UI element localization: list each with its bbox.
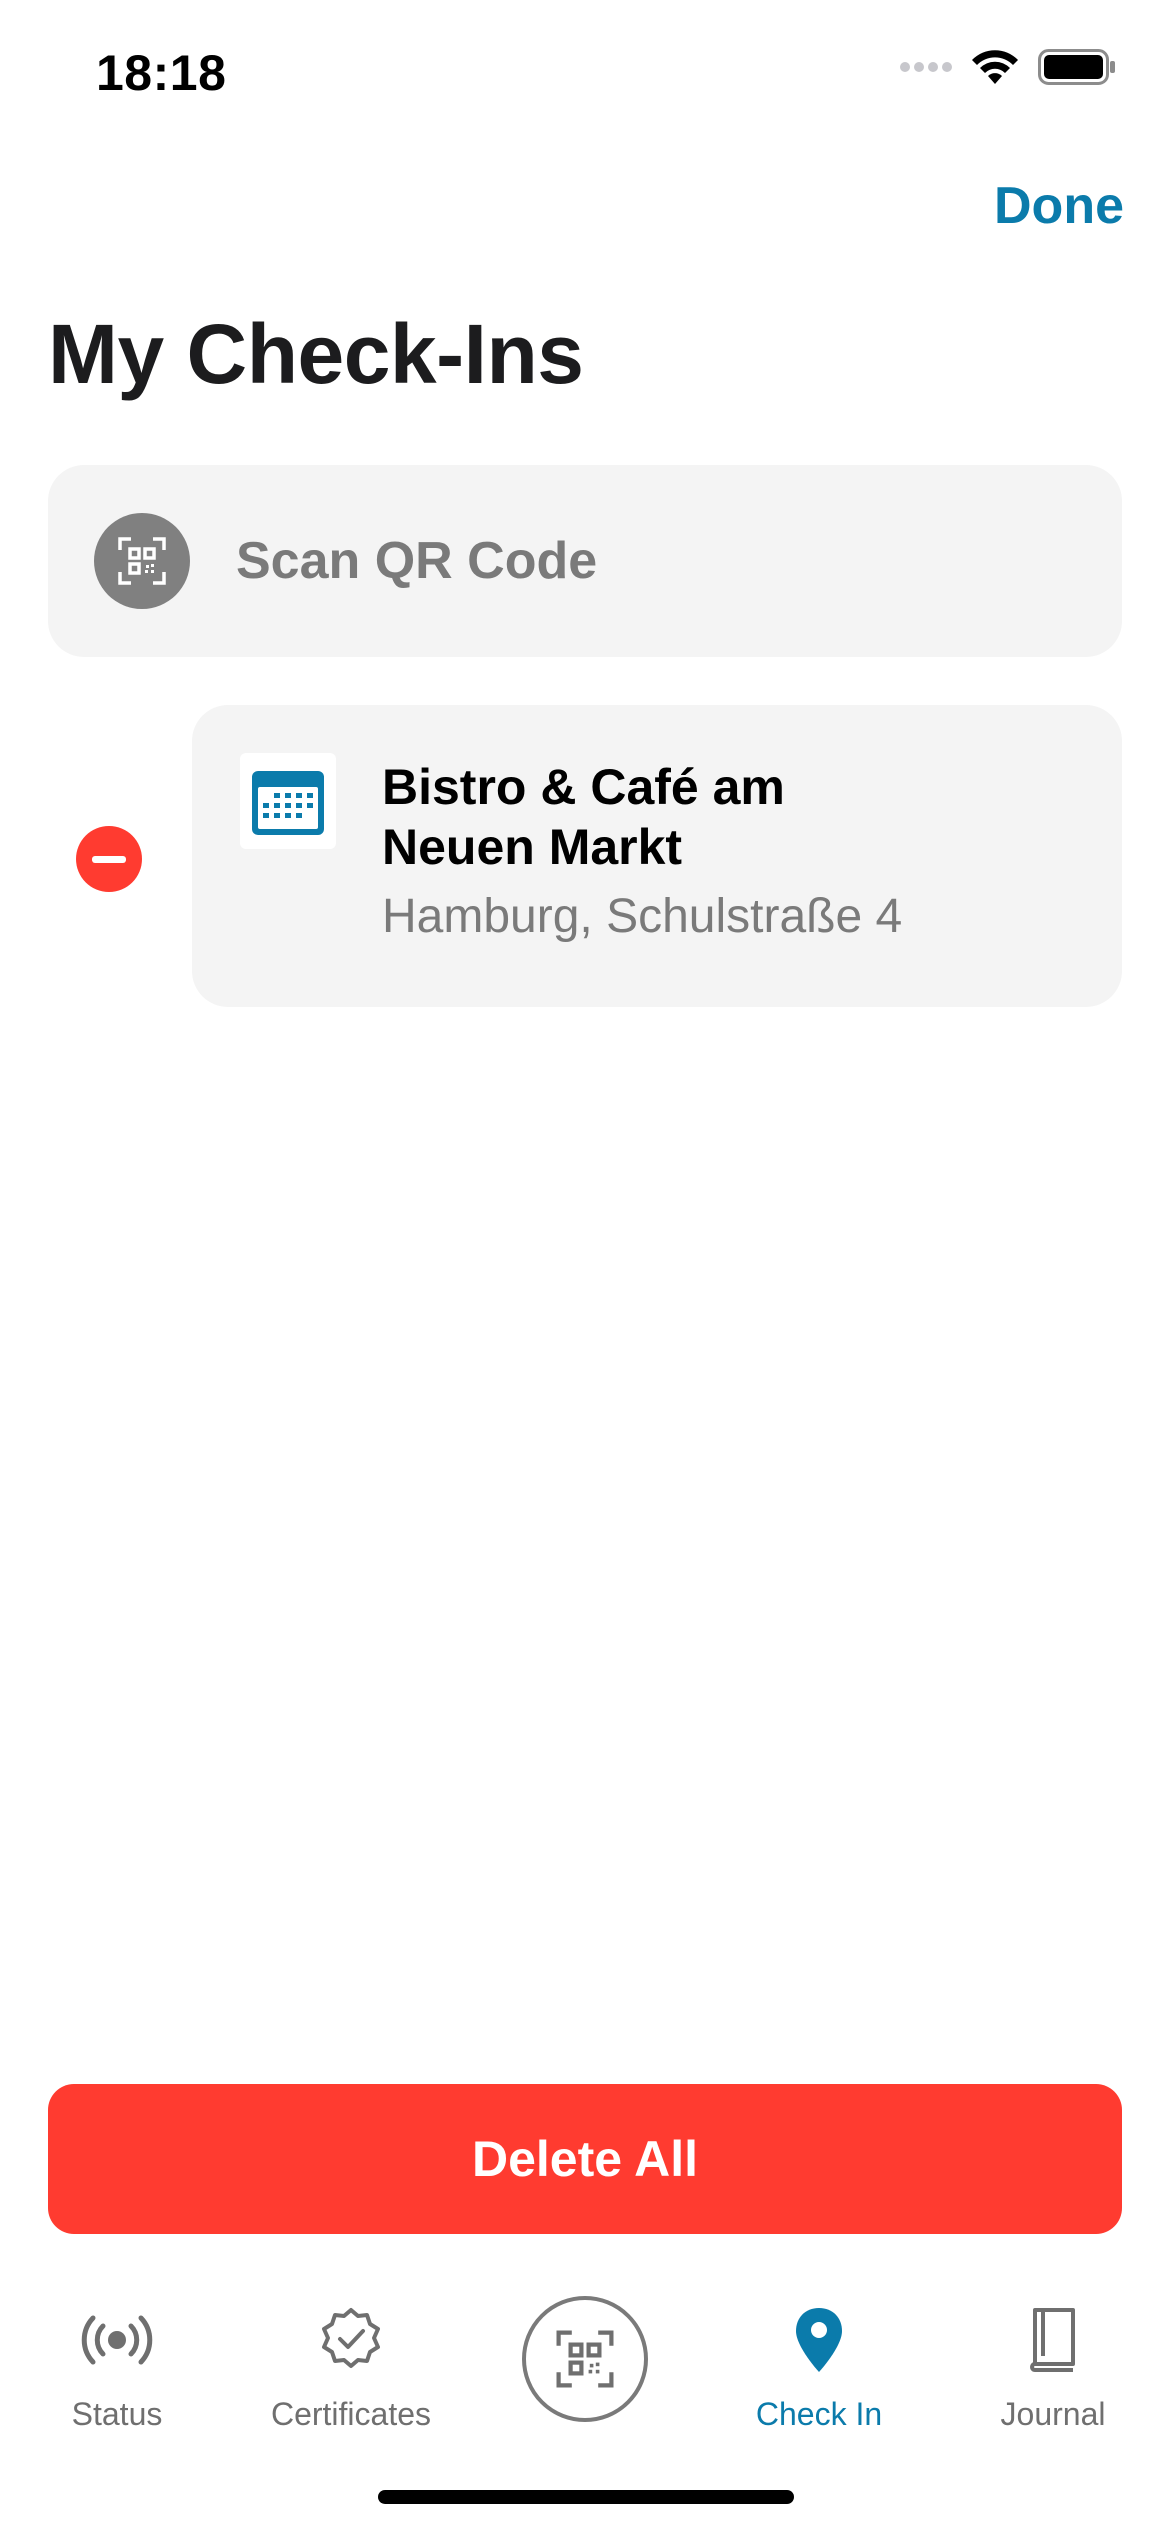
page-title: My Check-Ins (48, 307, 584, 401)
checkin-address: Hamburg, Schulstraße 4 (382, 890, 903, 943)
status-icons (900, 48, 1116, 86)
calendar-icon (240, 753, 336, 849)
broadcast-icon (81, 2315, 153, 2365)
scan-qr-code-button[interactable]: Scan QR Code (48, 465, 1122, 657)
done-button[interactable]: Done (994, 176, 1124, 236)
minus-icon (92, 855, 126, 863)
scan-qr-code-label: Scan QR Code (236, 532, 598, 590)
battery-icon (1038, 49, 1115, 85)
tab-journal[interactable]: Journal (936, 2304, 1170, 2434)
signal-icon (900, 62, 952, 72)
qr-scan-icon (556, 2330, 614, 2388)
my-checkins-screen: 18:18 Done My Check-Ins Scan QR Code Bis… (0, 0, 1170, 2532)
tab-check-in[interactable]: Check In (702, 2304, 936, 2434)
checkin-title: Bistro & Café am Neuen Markt (382, 757, 942, 877)
tab-check-in-label: Check In (755, 2396, 883, 2432)
checkin-title-line2: Neuen Markt (382, 819, 683, 875)
checkin-list-item[interactable]: Bistro & Café am Neuen Markt Hamburg, Sc… (192, 705, 1122, 1007)
remove-checkin-button[interactable] (76, 826, 142, 892)
tab-scan-qr[interactable] (522, 2296, 648, 2422)
delete-all-button[interactable]: Delete All (48, 2084, 1122, 2234)
certificate-icon (322, 2308, 380, 2368)
tab-bar: Status Certificates Check In Journal (0, 2270, 1170, 2450)
tab-certificates[interactable]: Certificates (234, 2304, 468, 2434)
wifi-icon (972, 50, 1018, 84)
journal-book-icon (1030, 2308, 1075, 2372)
tab-status[interactable]: Status (0, 2304, 234, 2434)
location-pin-icon (796, 2308, 842, 2372)
status-time: 18:18 (96, 45, 227, 101)
tab-journal-label: Journal (1000, 2396, 1106, 2432)
home-indicator[interactable] (378, 2490, 794, 2504)
tab-status-label: Status (71, 2396, 163, 2432)
qr-scan-icon (94, 513, 190, 609)
checkin-title-line1: Bistro & Café am (382, 759, 785, 815)
tab-certificates-label: Certificates (270, 2396, 432, 2432)
